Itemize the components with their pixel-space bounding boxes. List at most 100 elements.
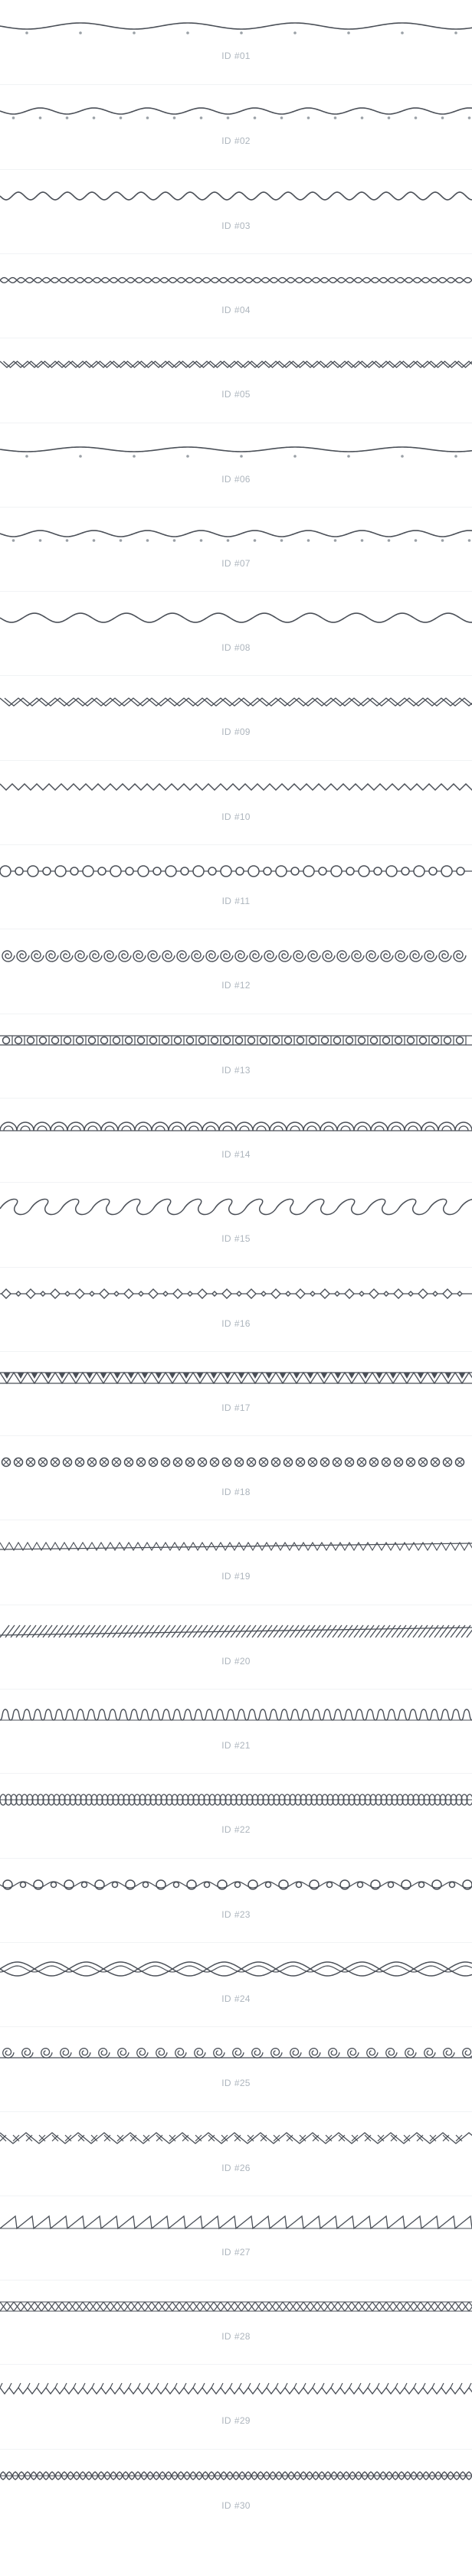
divider-item[interactable]: ID #29 (0, 2364, 472, 2449)
divider-item[interactable]: ID #30 (0, 2448, 472, 2534)
id-number: #13 (234, 1064, 251, 1076)
divider-item[interactable]: ID #09 (0, 675, 472, 760)
divider-double-zigzag (0, 361, 472, 369)
divider-item[interactable]: ID #16 (0, 1266, 472, 1352)
divider-id-label: ID #17 (0, 1402, 472, 1413)
id-prefix: ID (221, 1317, 231, 1329)
id-prefix: ID (221, 2246, 231, 2258)
divider-item[interactable]: ID #21 (0, 1689, 472, 1774)
divider-id-label: ID #04 (0, 305, 472, 315)
divider-item[interactable]: ID #01 (0, 0, 472, 84)
id-number: #10 (234, 811, 251, 822)
divider-id-label: ID #01 (0, 51, 472, 61)
id-prefix: ID (221, 1148, 231, 1160)
divider-x-chain (0, 2301, 472, 2312)
id-prefix: ID (221, 1487, 231, 1498)
divider-braid (0, 1961, 472, 1977)
id-number: #09 (234, 726, 251, 738)
id-prefix: ID (221, 1908, 231, 1920)
id-number: #21 (234, 1740, 251, 1751)
id-number: #19 (234, 1571, 251, 1582)
divider-id-label: ID #24 (0, 1993, 472, 2004)
divider-curls (0, 2048, 472, 2059)
divider-item[interactable]: ID #27 (0, 2195, 472, 2281)
divider-id-label: ID #02 (0, 135, 472, 146)
id-prefix: ID (221, 2162, 231, 2173)
divider-item[interactable]: ID #15 (0, 1182, 472, 1267)
divider-id-label: ID #05 (0, 389, 472, 400)
divider-item[interactable]: ID #05 (0, 338, 472, 423)
divider-id-label: ID #12 (0, 980, 472, 991)
divider-item[interactable]: ID #17 (0, 1350, 472, 1436)
divider-spiky (0, 2383, 472, 2395)
divider-zigzag-ribbon (0, 1542, 472, 1552)
divider-item[interactable]: ID #12 (0, 929, 472, 1014)
divider-hatched (0, 1624, 472, 1638)
id-number: #03 (234, 220, 251, 231)
divider-triangle-band (0, 1371, 472, 1384)
divider-id-label: ID #19 (0, 1571, 472, 1582)
divider-item[interactable]: ID #10 (0, 759, 472, 845)
id-prefix: ID (221, 642, 231, 654)
divider-item[interactable]: ID #24 (0, 1941, 472, 2027)
id-number: #29 (234, 2415, 251, 2427)
divider-item[interactable]: ID #19 (0, 1520, 472, 1605)
divider-circle-chain (0, 865, 472, 877)
divider-cross-circles (1, 1457, 465, 1468)
divider-item[interactable]: ID #04 (0, 253, 472, 338)
divider-item[interactable]: ID #26 (0, 2111, 472, 2196)
id-number: #24 (234, 1993, 251, 2004)
divider-spirals (2, 950, 467, 962)
divider-wave-dots-dense (0, 529, 472, 542)
divider-wave-medium (0, 612, 472, 623)
divider-item[interactable]: ID #11 (0, 844, 472, 929)
id-prefix: ID (221, 1233, 231, 1245)
id-prefix: ID (221, 2331, 231, 2343)
divider-ring-chain (0, 1879, 472, 1890)
divider-id-label: ID #06 (0, 474, 472, 485)
id-prefix: ID (221, 304, 231, 315)
divider-item[interactable]: ID #08 (0, 591, 472, 676)
id-number: #30 (234, 2499, 251, 2511)
divider-item[interactable]: ID #18 (0, 1435, 472, 1520)
divider-item[interactable]: ID #02 (0, 84, 472, 169)
id-prefix: ID (221, 980, 231, 991)
id-number: #16 (234, 1317, 251, 1329)
id-number: #26 (234, 2162, 251, 2173)
divider-item[interactable]: ID #03 (0, 168, 472, 254)
divider-id-label: ID #22 (0, 1824, 472, 1835)
id-number: #23 (234, 1908, 251, 1920)
divider-item[interactable]: ID #14 (0, 1097, 472, 1183)
divider-item[interactable]: ID #07 (0, 506, 472, 592)
divider-id-label: ID #15 (0, 1233, 472, 1244)
id-prefix: ID (221, 2415, 231, 2427)
divider-item[interactable]: ID #20 (0, 1604, 472, 1690)
id-number: #17 (234, 1402, 251, 1413)
divider-item[interactable]: ID #22 (0, 1773, 472, 1858)
divider-id-label: ID #20 (0, 1656, 472, 1667)
id-number: #05 (234, 389, 251, 400)
divider-item[interactable]: ID #28 (0, 2280, 472, 2365)
divider-id-label: ID #27 (0, 2247, 472, 2258)
divider-item[interactable]: ID #25 (0, 2026, 472, 2111)
divider-item[interactable]: ID #23 (0, 1857, 472, 1943)
divider-item[interactable]: ID #13 (0, 1013, 472, 1099)
id-prefix: ID (221, 811, 231, 822)
id-prefix: ID (221, 557, 231, 569)
id-number: #08 (234, 642, 251, 654)
divider-wave-dots (0, 22, 472, 34)
divider-scrolls (0, 1198, 472, 1216)
divider-item[interactable]: ID #06 (0, 422, 472, 508)
id-number: #20 (234, 1655, 251, 1667)
divider-id-label: ID #26 (0, 2163, 472, 2173)
id-prefix: ID (221, 2078, 231, 2089)
divider-wave (0, 191, 472, 201)
id-prefix: ID (221, 389, 231, 400)
id-prefix: ID (221, 1655, 231, 1667)
id-number: #07 (234, 557, 251, 569)
divider-id-label: ID #16 (0, 1318, 472, 1329)
id-number: #04 (234, 304, 251, 315)
id-prefix: ID (221, 2499, 231, 2511)
divider-id-label: ID #14 (0, 1149, 472, 1160)
divider-id-label: ID #30 (0, 2500, 472, 2511)
